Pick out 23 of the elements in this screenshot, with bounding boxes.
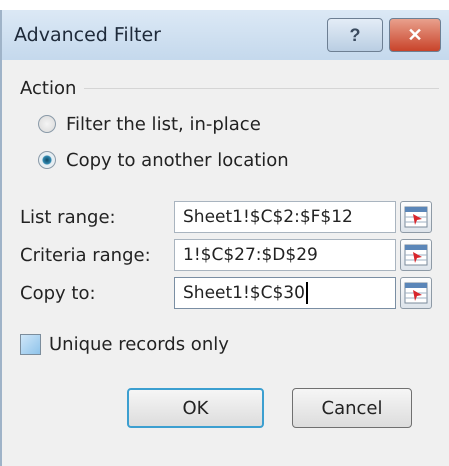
checkbox-label: Unique records only <box>49 334 229 354</box>
field-label: List range: <box>20 206 117 228</box>
range-picker-button[interactable] <box>400 277 432 309</box>
range-field[interactable]: 1!$C$27:$D$29 <box>174 239 396 271</box>
range-select-icon <box>404 281 428 305</box>
radio-label: Copy to another location <box>66 150 289 170</box>
field-label: Criteria range: <box>20 244 152 266</box>
range-field[interactable]: Sheet1!$C$30 <box>174 277 396 309</box>
window-title: Advanced Filter <box>14 24 162 46</box>
range-select-icon <box>404 243 428 267</box>
help-button[interactable]: ? <box>327 18 383 52</box>
cancel-button[interactable]: Cancel <box>292 388 412 428</box>
range-picker-button[interactable] <box>400 239 432 271</box>
range-picker-button[interactable] <box>400 201 432 233</box>
radio-label: Filter the list, in-place <box>66 114 261 134</box>
radio-button[interactable] <box>38 115 56 133</box>
radio-button[interactable] <box>38 151 56 169</box>
checkbox[interactable] <box>20 334 41 354</box>
ok-button[interactable]: OK <box>127 388 264 428</box>
range-field[interactable]: Sheet1!$C$2:$F$12 <box>174 201 396 233</box>
range-select-icon <box>404 205 428 229</box>
field-label: Copy to: <box>20 282 97 304</box>
group-label: Action <box>20 78 76 98</box>
